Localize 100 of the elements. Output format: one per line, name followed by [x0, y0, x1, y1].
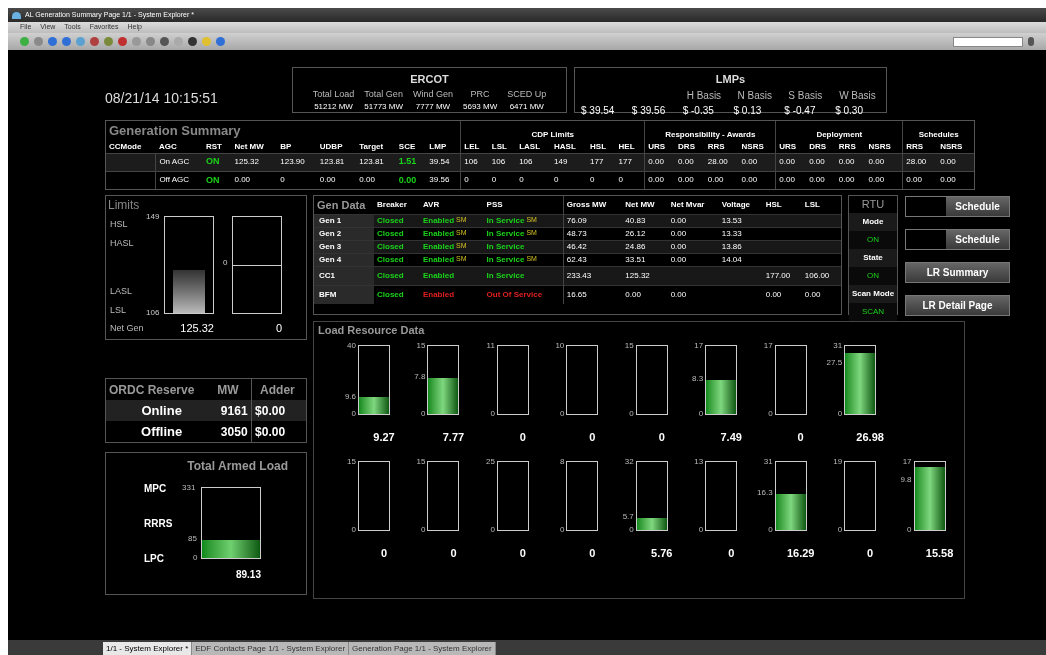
tick-label: 13 [694, 456, 704, 468]
column-header: SCE [398, 141, 416, 151]
meter-value: 5.76 [651, 546, 673, 561]
table-cell: 106.00 [804, 270, 830, 280]
tick-label: 0 [421, 407, 426, 420]
metric-label: Total Load [312, 87, 355, 101]
meter-value: 89.13 [235, 568, 261, 582]
tick-label: 0 [629, 407, 634, 420]
tick-label: 7.8 [414, 371, 426, 384]
table-cell: ON [205, 174, 220, 185]
ercot-title: ERCOT [410, 72, 449, 87]
window-tab[interactable]: Generation Page 1/1 - System Explorer [349, 642, 496, 655]
table-cell: 0.00 [741, 157, 758, 166]
table-cell: 0.00 [398, 174, 417, 185]
load-label: RRRS [144, 517, 173, 531]
status-text: In Service [486, 228, 525, 238]
metric-value: 7777 MW [415, 101, 451, 113]
table-cell: 0.00 [838, 157, 855, 166]
tick-label: 0 [698, 524, 704, 536]
table-cell: $0.00 [255, 424, 286, 439]
rtu-label: Mode [849, 212, 897, 231]
table-cell: 106 [464, 157, 478, 166]
status-text: Enabled [422, 215, 455, 225]
column-header: ORDC Reserve [109, 382, 195, 397]
load-label: MPC [144, 482, 167, 496]
schedule-button[interactable]: Schedule [905, 229, 1010, 250]
section-title: Gen Data [317, 198, 366, 211]
status-text: Closed [377, 241, 404, 251]
table-cell: 39.54 [429, 157, 450, 166]
window-tab[interactable]: EDF Contacts Page 1/1 - System Explorer [192, 642, 350, 655]
metric-label: S Basis [787, 88, 824, 103]
column-header: MW [217, 382, 239, 397]
dropdown-icon[interactable] [1028, 37, 1034, 46]
tick-label: 8.3 [692, 373, 704, 386]
table-cell: 16.65 [566, 289, 587, 299]
timestamp: 08/21/14 10:15:51 [105, 89, 219, 108]
column-header: URS [779, 141, 797, 151]
search-field[interactable] [953, 36, 1023, 47]
tick-label: 15 [347, 456, 356, 468]
tick-label: 40 [347, 339, 356, 352]
table-cell: 125.32 [625, 270, 650, 280]
table-cell: 0.00 [804, 289, 821, 299]
table-cell: 106 [519, 157, 533, 166]
table-cell: 123.81 [359, 157, 384, 166]
app-icon [12, 11, 21, 19]
tick-label: 9.6 [344, 390, 356, 403]
meter-value: 0 [867, 546, 874, 561]
tick-label: 0 [768, 524, 773, 536]
column-header: Net Mvar [670, 199, 705, 209]
status-text: In Service [486, 215, 525, 225]
meter-value: 0 [380, 546, 388, 561]
tick-label: 8 [559, 456, 565, 468]
window-tab[interactable]: 1/1 - System Explorer * [103, 642, 193, 655]
status-text: Closed [377, 254, 404, 264]
table-cell: 1.51 [398, 156, 417, 167]
tick-label: 149 [146, 211, 160, 223]
nav-button[interactable]: LR Summary [905, 262, 1010, 283]
status-text: Closed [377, 228, 404, 238]
table-cell: 28.00 [906, 157, 927, 166]
table-cell: 0 [554, 175, 559, 185]
metric-value: $ 0.13 [733, 103, 763, 118]
section-title: Load Resource Data [317, 323, 426, 338]
limit-label: HSL [110, 218, 129, 231]
tick-label: 0 [629, 524, 634, 536]
table-cell: 48.73 [566, 228, 587, 238]
table-cell: 0.00 [670, 228, 687, 238]
table-cell: 0.00 [648, 157, 664, 166]
tick-label: 0 [837, 407, 843, 420]
tick-label: 15 [416, 339, 426, 352]
table-cell: 0.00 [779, 157, 795, 166]
table-cell: 0.00 [670, 215, 687, 225]
meter-value: 0 [589, 429, 596, 445]
table-cell: 177 [618, 157, 632, 166]
status-text: Closed [377, 215, 404, 225]
tick-label: 0 [351, 407, 356, 420]
table-cell: 33.51 [625, 254, 646, 264]
section-title: Generation Summary [108, 123, 241, 138]
column-header: Gross MW [566, 199, 607, 209]
table-cell: On AGC [159, 157, 190, 166]
limit-label: LASL [110, 285, 134, 298]
column-header: PSS [486, 199, 503, 209]
nav-button[interactable]: LR Detail Page [905, 295, 1010, 316]
tick-label: 0 [351, 524, 356, 536]
column-header: URS [648, 141, 666, 151]
table-cell: 0.00 [765, 289, 782, 299]
table-cell: 26.12 [625, 228, 646, 238]
schedule-button[interactable]: Schedule [905, 196, 1010, 217]
column-header: LSL [804, 199, 820, 209]
meter-value: 0 [589, 546, 596, 561]
tick-label: 17 [763, 339, 773, 352]
table-cell: 125.32 [234, 157, 259, 166]
column-header: RST [205, 141, 222, 151]
metric-value: 6471 MW [509, 101, 544, 113]
table-cell: 0.00 [359, 175, 375, 185]
limit-label: LSL [110, 303, 127, 317]
meter-value: 0 [658, 429, 665, 445]
table-cell: 0.00 [868, 175, 885, 185]
table-cell: 24.86 [625, 241, 646, 251]
table-cell: 106 [491, 157, 506, 166]
metric-label: Total Gen [364, 87, 403, 101]
